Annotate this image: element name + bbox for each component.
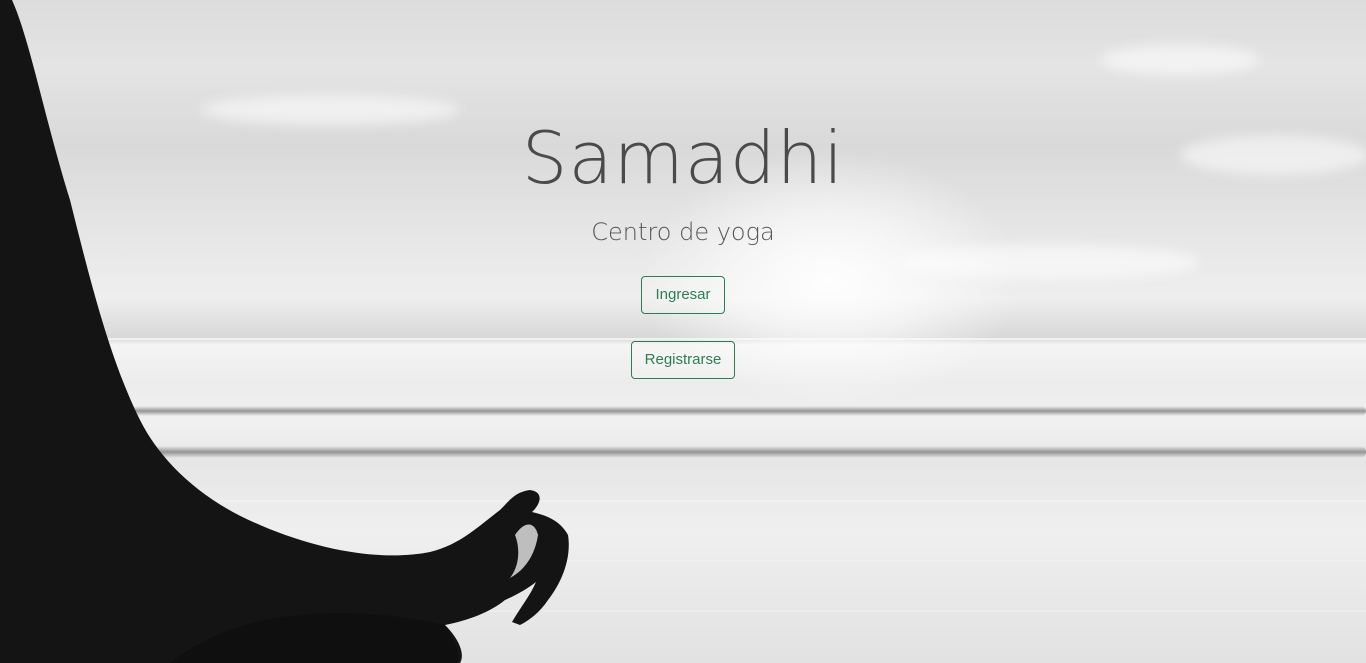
page-title: Samadhi [521, 116, 845, 200]
page-subtitle: Centro de yoga [591, 218, 775, 246]
register-button[interactable]: Registrarse [631, 341, 735, 379]
meditation-silhouette [0, 0, 569, 663]
hero-section: Samadhi Centro de yoga Ingresar Registra… [0, 0, 1366, 663]
login-button[interactable]: Ingresar [641, 276, 725, 314]
